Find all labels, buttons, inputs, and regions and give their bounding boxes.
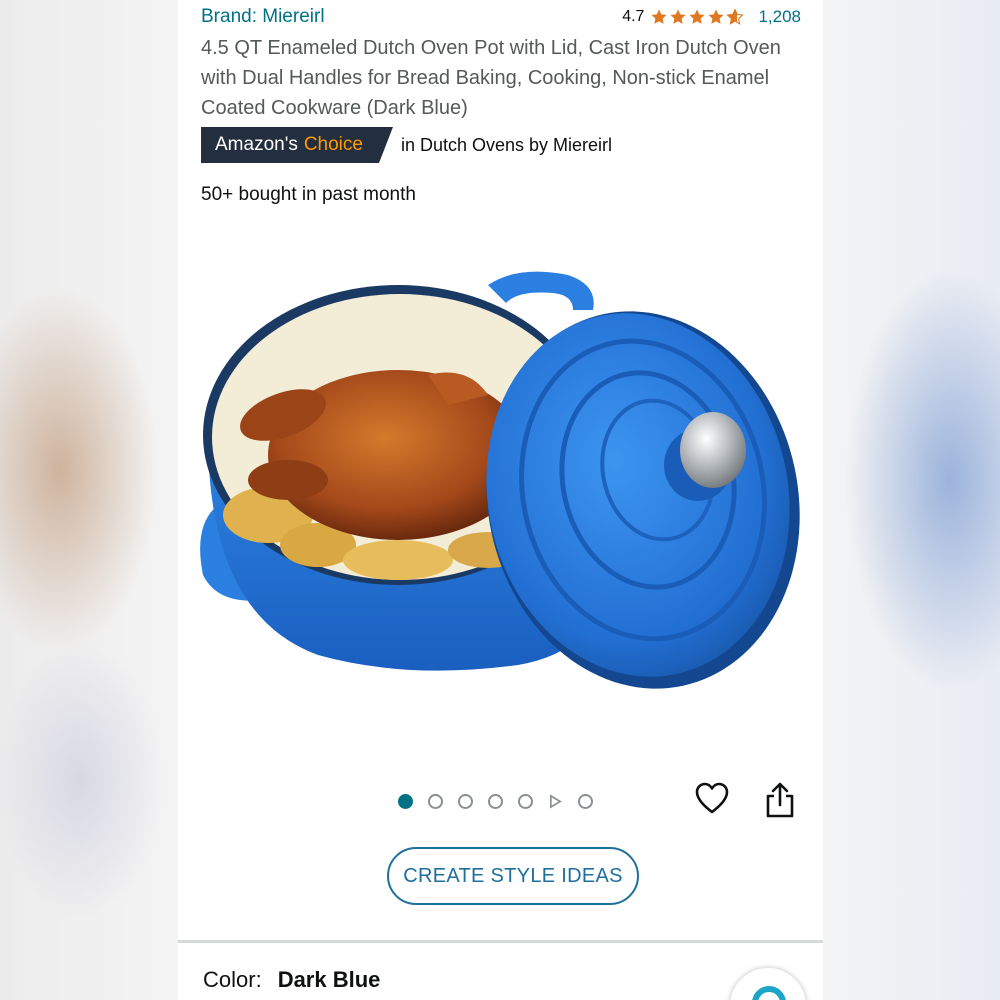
- rufus-icon: [752, 986, 786, 1000]
- star-icon: [708, 9, 724, 24]
- bought-past-month: 50+ bought in past month: [201, 184, 416, 205]
- share-icon[interactable]: [763, 781, 797, 819]
- pagination-dot[interactable]: [578, 793, 593, 809]
- star-icon: [689, 9, 705, 24]
- image-pagination: [398, 790, 593, 812]
- pagination-dot[interactable]: [458, 793, 473, 809]
- amazons-choice-row[interactable]: Amazon's Choice in Dutch Ovens by Mierei…: [201, 127, 612, 163]
- color-label: Color:: [203, 967, 262, 992]
- rating-stars: [650, 8, 745, 26]
- rating-summary[interactable]: 4.7 1,208: [622, 7, 801, 27]
- badge-amazons: Amazon's: [215, 134, 298, 155]
- rating-count-link[interactable]: 1,208: [758, 7, 801, 27]
- amazons-choice-badge: Amazon's Choice: [201, 127, 393, 163]
- floating-action-button[interactable]: [730, 968, 806, 1000]
- product-image[interactable]: [188, 255, 813, 705]
- heart-icon[interactable]: [694, 781, 730, 817]
- section-divider: [178, 940, 823, 943]
- half-star-icon: [726, 8, 745, 25]
- badge-context: in Dutch Ovens by Miereirl: [400, 134, 613, 155]
- rating-value: 4.7: [622, 8, 645, 25]
- brand-link[interactable]: Brand: Miereirl: [201, 6, 325, 28]
- create-style-ideas-button[interactable]: CREATE STYLE IDEAS: [387, 847, 639, 905]
- pagination-dot[interactable]: [518, 793, 533, 809]
- pagination-dot[interactable]: [428, 793, 443, 809]
- badge-choice: Choice: [303, 134, 363, 155]
- product-title: 4.5 QT Enameled Dutch Oven Pot with Lid,…: [201, 37, 781, 119]
- video-play-icon[interactable]: [548, 793, 563, 809]
- pagination-dot[interactable]: [488, 793, 503, 809]
- product-detail-panel: Brand: Miereirl 4.7 1,208 4.5 QT Enamele…: [178, 0, 823, 1000]
- color-selector: Color: Dark Blue: [203, 967, 380, 993]
- pagination-dot-active[interactable]: [398, 793, 413, 809]
- star-icon: [670, 9, 686, 24]
- star-icon: [651, 9, 667, 24]
- brand-rating-row: Brand: Miereirl 4.7 1,208: [201, 4, 801, 30]
- color-value: Dark Blue: [277, 967, 381, 992]
